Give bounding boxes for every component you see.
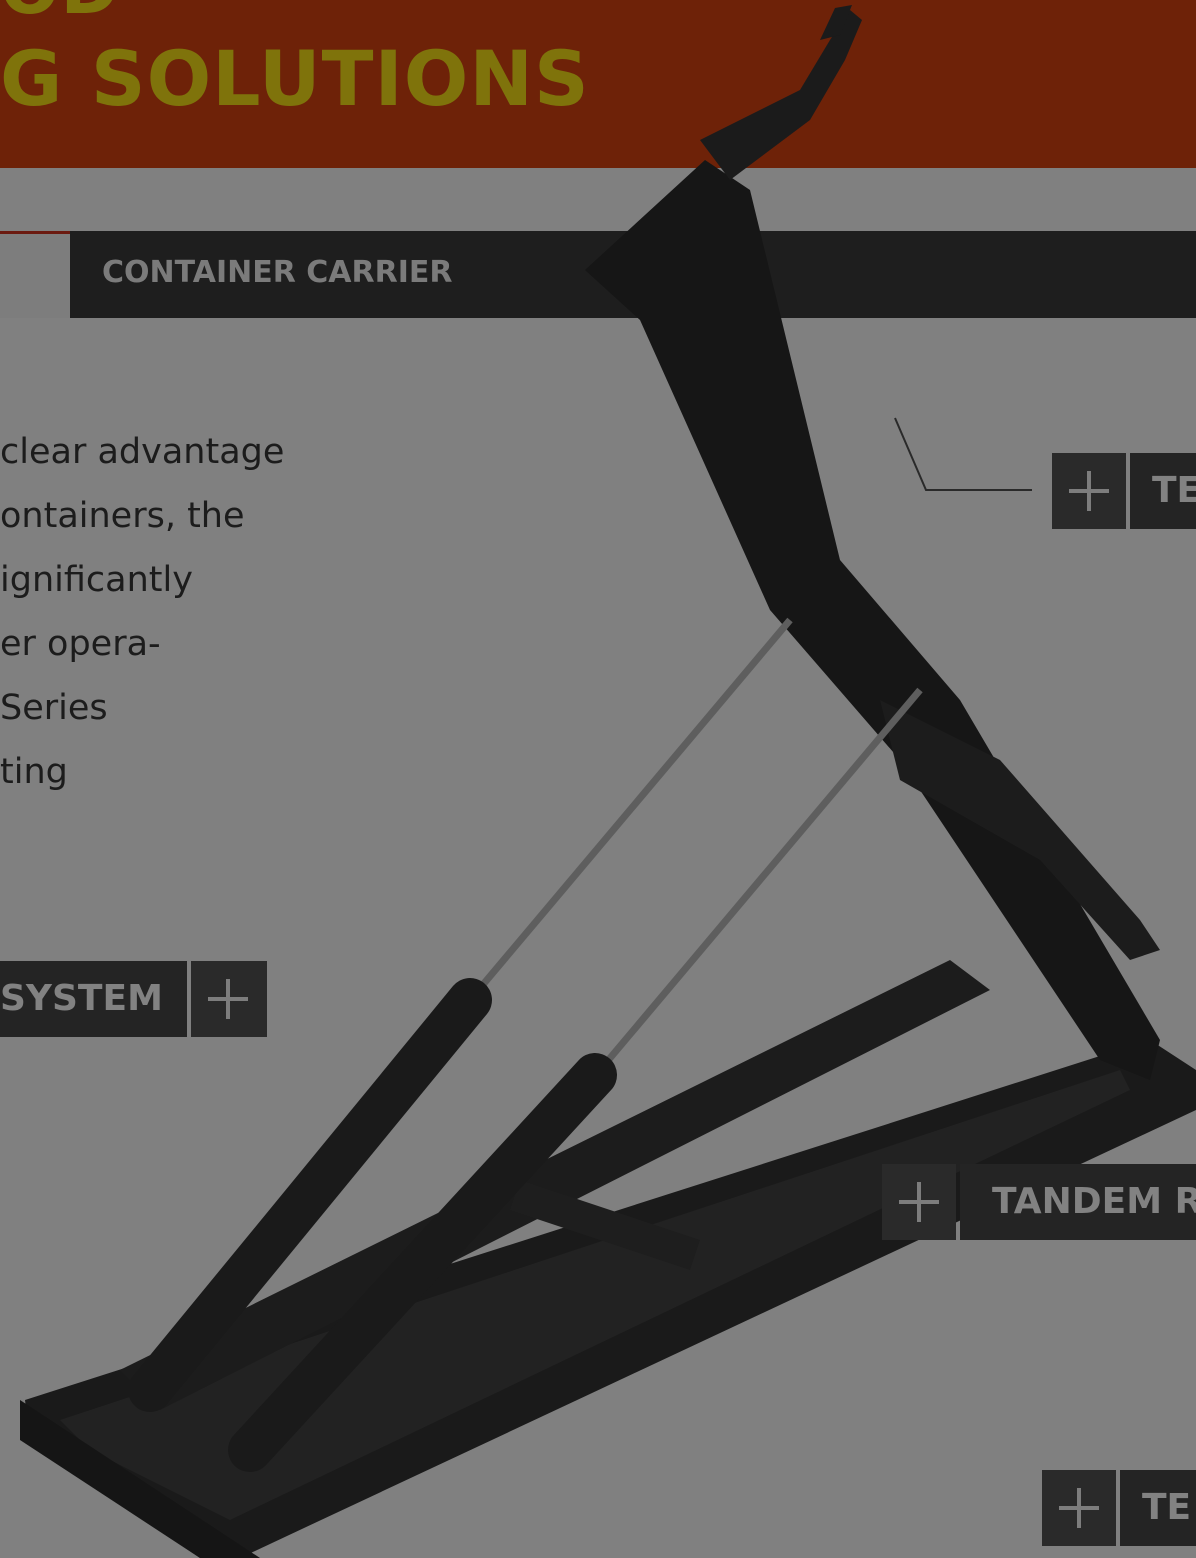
hooklift-illustration bbox=[20, 5, 1196, 1558]
hotspot-label[interactable]: SYSTEM bbox=[0, 961, 187, 1037]
hotspot-label[interactable]: TE bbox=[1120, 1470, 1196, 1546]
hotspot-system[interactable]: SYSTEM bbox=[0, 961, 267, 1037]
plus-icon[interactable] bbox=[1052, 453, 1126, 529]
hotspot-tandem[interactable]: TANDEM R bbox=[882, 1164, 1196, 1240]
hotspot-top-right[interactable]: TE bbox=[1052, 453, 1196, 529]
plus-icon[interactable] bbox=[882, 1164, 956, 1240]
hotspot-label[interactable]: TANDEM R bbox=[960, 1164, 1196, 1240]
hotspot-bottom-right[interactable]: TE bbox=[1042, 1470, 1196, 1546]
hotspot-label[interactable]: TE bbox=[1130, 453, 1196, 529]
plus-icon[interactable] bbox=[1042, 1470, 1116, 1546]
plus-icon[interactable] bbox=[190, 961, 267, 1037]
